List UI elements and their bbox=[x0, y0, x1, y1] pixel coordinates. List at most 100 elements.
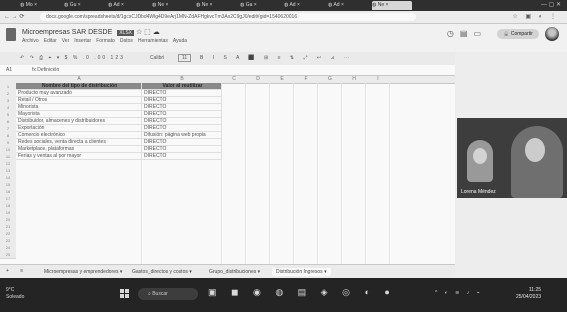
browser-tab[interactable]: ◍ Ad × bbox=[108, 1, 148, 10]
browser-tab-bar: — ▢ ✕ ◍ Mo × ◍ Gu × ◍ Ad × ◍ Ne × ◍ Ne × ◍ Ga… bbox=[0, 0, 567, 11]
table-cell[interactable]: DIRECTO bbox=[142, 118, 222, 125]
table-cell[interactable]: Exportación bbox=[16, 125, 142, 132]
browser-address-bar: ← → ⟳ docs.google.com/spreadsheets/d/1gc… bbox=[0, 11, 567, 24]
column-header[interactable]: F bbox=[294, 76, 319, 84]
menu-item[interactable]: Formato bbox=[96, 38, 115, 44]
share-button[interactable]: 🔒 Compartir bbox=[497, 29, 539, 39]
browser-tab[interactable]: ◍ Gu × bbox=[64, 1, 104, 10]
column-header[interactable]: E bbox=[270, 76, 295, 84]
nav-buttons[interactable]: ← → ⟳ bbox=[4, 13, 24, 20]
browser-tab[interactable]: ◍ Ne × bbox=[152, 1, 192, 10]
table-cell[interactable]: Difusión: página web propia bbox=[142, 132, 222, 139]
menu-item[interactable]: Ayuda bbox=[173, 38, 187, 44]
table-cell[interactable]: DIRECTO bbox=[142, 104, 222, 111]
taskbar-apps[interactable]: ▣ ◼ ◉ ◍ ▤ ◈ ◎ ◐ ● bbox=[208, 287, 396, 298]
column-header[interactable]: I bbox=[366, 76, 391, 84]
column-header[interactable]: H bbox=[342, 76, 367, 84]
text-format-buttons[interactable]: B I S A ⬛ ⊞ ≡ ⇅ ⤢ ↩ ⊿ ⋯ bbox=[200, 55, 353, 61]
table-cell[interactable]: Redes sociales, venta directa a clientes bbox=[16, 139, 142, 146]
table-cell[interactable]: DIRECTO bbox=[142, 139, 222, 146]
row-header[interactable]: 25 bbox=[0, 251, 16, 259]
participant-name: Lorena Méndez bbox=[461, 189, 496, 195]
table-cell[interactable]: Producto muy avanzado bbox=[16, 90, 142, 97]
toolbar-buttons[interactable]: ↶ ↷ ⎙ ⌖ ▾ $ % .0 .00 123 bbox=[20, 55, 125, 61]
table-header-cell[interactable]: Valor al reutilizar bbox=[142, 83, 222, 90]
menu-item[interactable]: Datos bbox=[120, 38, 133, 44]
sheet-tab[interactable]: Microempresas y emprendedores ▾ bbox=[40, 268, 126, 276]
star-icon[interactable]: ☆ ⬚ ☁ bbox=[136, 29, 160, 36]
column-header[interactable]: G bbox=[318, 76, 343, 84]
table-header-cell[interactable]: Nombre del tipo de distribución bbox=[16, 83, 142, 90]
taskbar-clock[interactable]: 11:25 25/04/2023 bbox=[516, 287, 541, 301]
formula-bar: A1 fx Definición bbox=[0, 65, 455, 76]
font-size-field[interactable]: 11 bbox=[178, 54, 192, 62]
menu-item[interactable]: Insertar bbox=[74, 38, 91, 44]
column-header-filler bbox=[390, 76, 455, 84]
grid-line bbox=[293, 83, 294, 264]
extension-icons[interactable]: ☆ ▣ ◐ ⋮ bbox=[512, 13, 559, 20]
browser-tab[interactable]: ◍ Ga × bbox=[240, 1, 280, 10]
menu-item[interactable]: Ver bbox=[62, 38, 70, 44]
table-cell[interactable]: DIRECTO bbox=[142, 146, 222, 153]
browser-tab[interactable]: ◍ Ne × bbox=[372, 1, 412, 10]
sheet-tab[interactable]: Grupo_distribuciones ▾ bbox=[205, 268, 264, 276]
table-cell[interactable]: DIRECTO bbox=[142, 90, 222, 97]
sheet-tab[interactable]: Distribución Ingresos ▾ bbox=[272, 268, 331, 276]
taskbar-search[interactable]: ⌕ Buscar bbox=[138, 288, 198, 300]
browser-tab[interactable]: ◍ Mo × bbox=[20, 1, 60, 10]
participant-2-figure bbox=[511, 126, 563, 198]
system-tray[interactable]: ^ ◐ ≋ ♪ ⌁ bbox=[435, 290, 483, 296]
sheets-header: Microempresas SAR DESDE XLSX ☆ ⬚ ☁ Archi… bbox=[0, 24, 567, 52]
header-actions: ◷▤▭ bbox=[447, 29, 487, 38]
document-title[interactable]: Microempresas SAR DESDE XLSX ☆ ⬚ ☁ bbox=[22, 28, 160, 36]
window-controls[interactable]: — ▢ ✕ bbox=[541, 1, 561, 8]
formula-input[interactable]: fx Definición bbox=[32, 67, 59, 73]
column-header[interactable]: C bbox=[222, 76, 247, 84]
grid-line bbox=[365, 83, 366, 264]
video-call-tile[interactable]: Lorena Méndez bbox=[457, 118, 567, 198]
add-sheet-icon[interactable]: + ≡ bbox=[6, 268, 28, 274]
meet-icon[interactable]: ▭ bbox=[473, 29, 487, 38]
table-cell[interactable]: Marketplace, plataformas bbox=[16, 146, 142, 153]
browser-tab[interactable]: ◍ Ad × bbox=[328, 1, 368, 10]
spreadsheet-grid[interactable]: A B C D E F G H I 1 2 3 4 5 6 7 8 9 10 11 12 13 14 15 16 17 18 19 20… bbox=[0, 76, 455, 264]
history-icon[interactable]: ◷ bbox=[447, 29, 460, 38]
menu-item[interactable]: Archivo bbox=[22, 38, 39, 44]
url-field[interactable]: docs.google.com/spreadsheets/d/1gcsCJDbd… bbox=[40, 13, 416, 21]
table-cell[interactable]: Retail / Otros bbox=[16, 97, 142, 104]
grid-line bbox=[341, 83, 342, 264]
avatar[interactable] bbox=[545, 27, 559, 41]
weather-text: Soleado bbox=[6, 294, 25, 300]
column-header[interactable]: D bbox=[246, 76, 271, 84]
table-cell[interactable]: Minorista bbox=[16, 104, 142, 111]
table-cell[interactable]: DIRECTO bbox=[142, 111, 222, 118]
cell-reference[interactable]: A1 bbox=[6, 67, 12, 73]
search-label: Buscar bbox=[152, 291, 168, 297]
table-cell[interactable]: DIRECTO bbox=[142, 97, 222, 104]
sheet-tab[interactable]: Gastos_directos y costos ▾ bbox=[128, 268, 196, 276]
weather-temp: 9°C bbox=[6, 287, 15, 293]
weather-widget[interactable]: 9°C Soleado bbox=[6, 287, 24, 301]
table-cell[interactable]: DIRECTO bbox=[142, 125, 222, 132]
menu-item[interactable]: Herramientas bbox=[138, 38, 168, 44]
table-cell[interactable]: Mayorista bbox=[16, 111, 142, 118]
document-title-text: Microempresas SAR DESDE bbox=[22, 29, 113, 36]
font-selector[interactable]: Calibri bbox=[150, 55, 164, 61]
table-cell[interactable]: Distribuidor, almacenes y distribuidores bbox=[16, 118, 142, 125]
browser-tab[interactable]: ◍ Ad × bbox=[284, 1, 324, 10]
screen: — ▢ ✕ ◍ Mo × ◍ Gu × ◍ Ad × ◍ Ne × ◍ Ne × ◍ Ga… bbox=[0, 0, 567, 312]
table-cell[interactable]: DIRECTO bbox=[142, 153, 222, 160]
formula-text: Definición bbox=[37, 67, 60, 73]
table-cell[interactable]: Ferias y ventas al por mayor bbox=[16, 153, 142, 160]
os-taskbar: 9°C Soleado ⌕ Buscar ▣ ◼ ◉ ◍ ▤ ◈ ◎ ◐ ● ^… bbox=[0, 278, 567, 312]
table-cell[interactable]: Comercio electrónico bbox=[16, 132, 142, 139]
grid-line bbox=[245, 83, 246, 264]
comment-icon[interactable]: ▤ bbox=[460, 29, 474, 38]
grid-line bbox=[317, 83, 318, 264]
sheet-tab-bar: + ≡ Microempresas y emprendedores ▾ Gasto… bbox=[0, 264, 455, 279]
browser-tab[interactable]: ◍ Ne × bbox=[196, 1, 236, 10]
windows-start-icon[interactable] bbox=[120, 289, 130, 299]
clock-date: 25/04/2023 bbox=[516, 294, 542, 300]
menu-item[interactable]: Editar bbox=[44, 38, 57, 44]
sheets-logo-icon[interactable] bbox=[6, 28, 16, 41]
